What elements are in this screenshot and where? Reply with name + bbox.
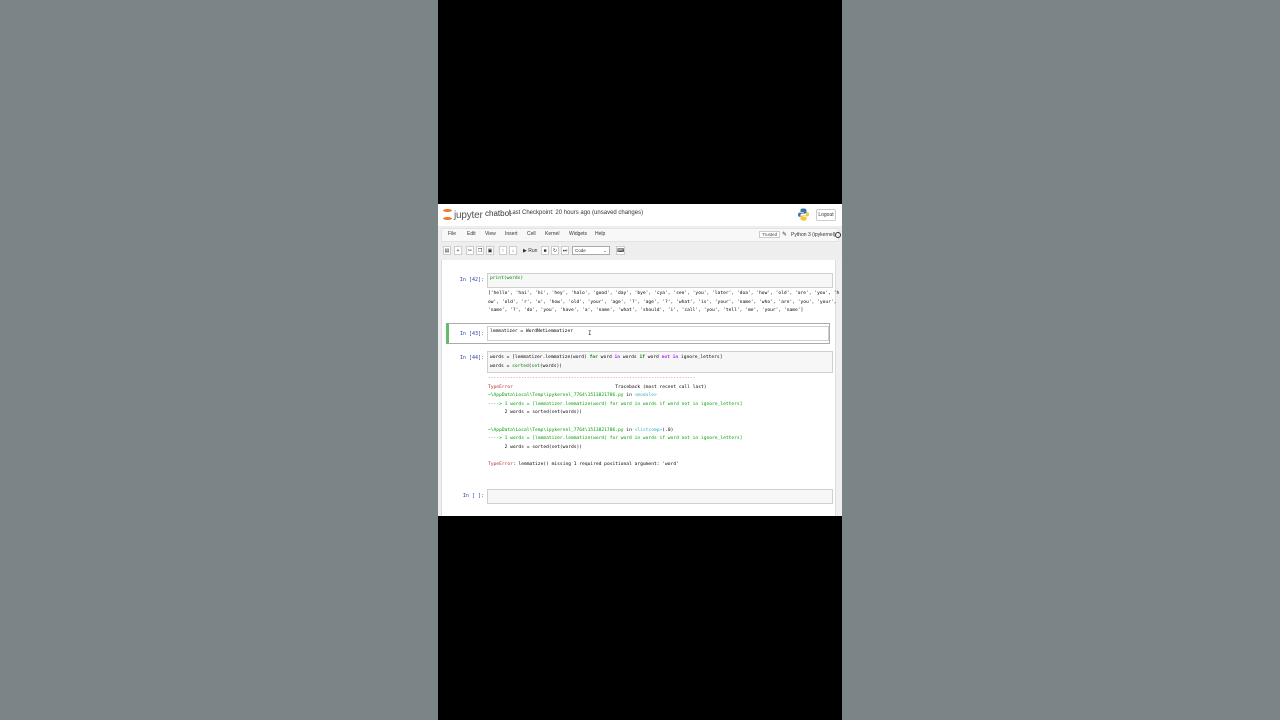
menu-file[interactable]: File: [448, 231, 456, 237]
jupyter-logo-text: jupyter: [454, 209, 483, 221]
left-blurred-background: [0, 0, 438, 720]
run-label: Run: [528, 247, 538, 254]
interrupt-icon[interactable]: ■: [541, 246, 549, 255]
header: jupyter chatbot Last Checkpoint: 20 hour…: [438, 204, 842, 226]
menu-insert[interactable]: Insert: [505, 231, 518, 237]
run-button[interactable]: ▶ Run: [523, 246, 537, 255]
toolbar: ▤ + ✂ ❐ ▣ ↑ ↓ ▶ Run ■ ↻ ⏭ Code ⌄ ⌨: [441, 245, 839, 257]
video-frame: jupyter chatbot Last Checkpoint: 20 hour…: [438, 0, 842, 720]
jupyter-notebook-window: jupyter chatbot Last Checkpoint: 20 hour…: [438, 204, 842, 516]
menu-help[interactable]: Help: [595, 231, 605, 237]
cell-prompt: In [44]:: [459, 355, 484, 361]
menu-view[interactable]: View: [485, 231, 496, 237]
code-input[interactable]: lemmatizer = WordNetLemmatizer: [487, 326, 829, 341]
cut-icon[interactable]: ✂: [466, 246, 474, 255]
python-logo-icon: [798, 208, 809, 221]
menubar: File Edit View Insert Cell Kernel Widget…: [441, 228, 841, 242]
keyboard-icon[interactable]: ⌨: [616, 246, 625, 255]
code-text: lemmatizer = WordNetLemmatizer: [490, 329, 573, 334]
cell-prompt: In [42]:: [459, 277, 484, 283]
code-input[interactable]: words = [lemmatizer.lemmatize(word) for …: [487, 351, 833, 373]
copy-icon[interactable]: ❐: [476, 246, 484, 255]
trusted-badge[interactable]: Trusted: [759, 231, 781, 238]
menu-edit[interactable]: Edit: [467, 231, 476, 237]
chevron-down-icon: ⌄: [603, 248, 607, 253]
move-down-icon[interactable]: ↓: [509, 246, 517, 255]
restart-icon[interactable]: ↻: [551, 246, 559, 255]
save-icon[interactable]: ▤: [443, 246, 451, 255]
kernel-status-icon: [835, 232, 841, 238]
code-input[interactable]: print(words): [487, 273, 833, 288]
menu-kernel[interactable]: Kernel: [545, 231, 559, 237]
notebook-name[interactable]: chatbot: [485, 209, 511, 218]
kernel-name[interactable]: Python 3 (ipykernel): [791, 232, 835, 238]
notebook-container: In [42]: print(words) ['hello', 'hai', '…: [441, 260, 839, 516]
logout-button[interactable]: Logout: [816, 209, 836, 221]
code-line-2: words = sorted(set(words)): [490, 363, 562, 369]
code-cell-42[interactable]: In [42]: print(words) ['hello', 'hai', '…: [446, 272, 839, 324]
jupyter-logo[interactable]: jupyter: [443, 207, 483, 223]
add-cell-icon[interactable]: +: [454, 246, 462, 255]
code-cell-44[interactable]: In [44]: words = [lemmatizer.lemmatize(w…: [446, 350, 833, 480]
cell-prompt: In [ ]:: [462, 493, 484, 499]
text-cursor-icon: I: [588, 330, 592, 337]
cell-output: ['hello', 'hai', 'hi', 'hey', 'halo', 'g…: [488, 291, 840, 314]
code-cell-43-selected[interactable]: In [43]: lemmatizer = WordNetLemmatizer …: [446, 323, 830, 344]
cell-type-value: Code: [575, 248, 586, 253]
menu-widgets[interactable]: Widgets: [569, 231, 587, 237]
cell-type-select[interactable]: Code ⌄: [572, 246, 610, 255]
cell-prompt: In [43]:: [459, 331, 484, 337]
code-input[interactable]: [487, 489, 833, 504]
checkpoint-status: Last Checkpoint: 20 hours ago (unsaved c…: [509, 210, 644, 216]
play-icon: ▶: [523, 247, 527, 254]
paste-icon[interactable]: ▣: [486, 246, 494, 255]
right-blurred-background: [842, 0, 1280, 720]
pencil-icon[interactable]: ✎: [782, 231, 787, 238]
jupyter-logo-icon: [443, 209, 452, 221]
code-text: print(words): [490, 276, 524, 281]
menu-cell[interactable]: Cell: [527, 231, 536, 237]
code-cell-empty[interactable]: In [ ]:: [446, 488, 833, 506]
error-traceback: ----------------------------------------…: [488, 376, 743, 467]
move-up-icon[interactable]: ↑: [499, 246, 507, 255]
fast-forward-icon[interactable]: ⏭: [561, 246, 569, 255]
code-line-1: words = [lemmatizer.lemmatize(word) for …: [490, 355, 723, 360]
